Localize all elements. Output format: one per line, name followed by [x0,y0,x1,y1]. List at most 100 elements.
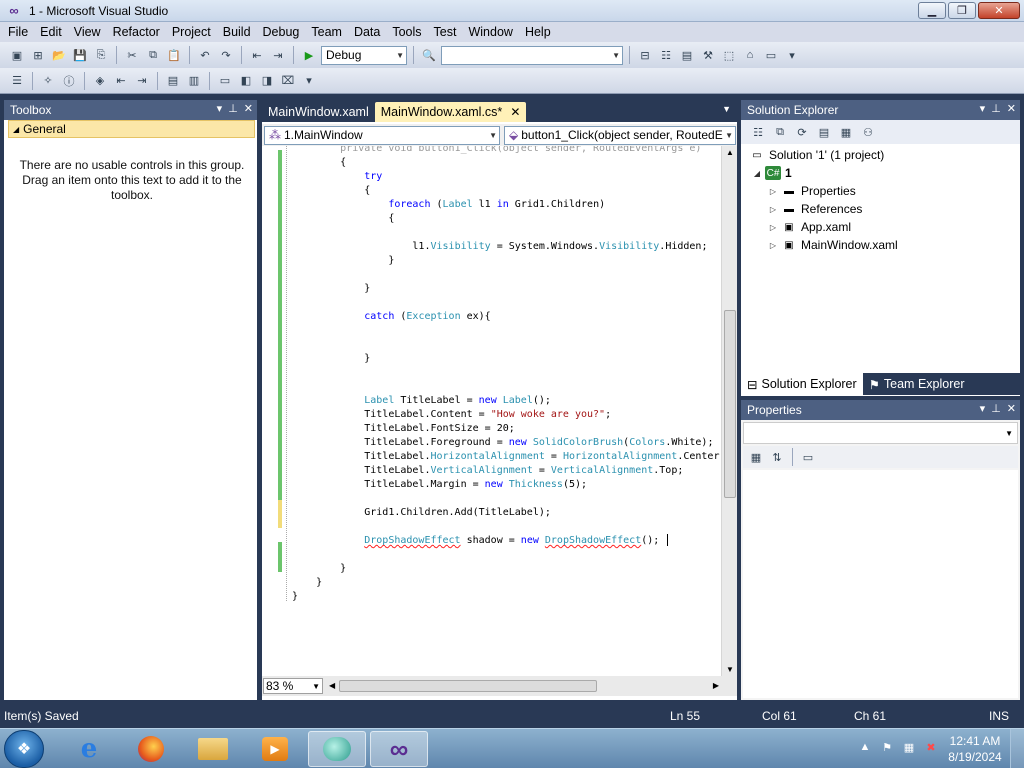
toggle-bookmark-icon[interactable]: ▭ [216,72,234,90]
code-text[interactable]: private void button1_Click(object sender… [292,146,721,604]
scroll-right-icon[interactable]: ▶ [713,681,719,690]
minimize-button[interactable]: ▁ [918,2,946,19]
scroll-up-icon[interactable]: ▲ [726,148,734,157]
taskbar-media-player[interactable]: ▶ [246,731,304,767]
tree-item-references[interactable]: ▷ ▬ References [741,200,1020,218]
close-button[interactable]: ✕ [978,2,1020,19]
window-position-icon[interactable]: ▾ [217,102,223,115]
solution-explorer-icon[interactable]: ⊟ [636,46,654,64]
horizontal-scrollbar[interactable]: ◀ ▶ [329,679,719,693]
vertical-scroll-thumb[interactable] [724,310,736,498]
taskbar-file-explorer[interactable] [184,731,242,767]
window-position-icon[interactable]: ▾ [980,102,986,115]
pin-icon[interactable]: ⊥ [991,402,1001,415]
menu-window[interactable]: Window [462,22,518,42]
quick-info-icon[interactable]: ⓘ [60,72,78,90]
show-desktop-button[interactable] [1010,729,1024,768]
types-dropdown[interactable]: ⁂ 1.MainWindow ▼ [264,125,500,145]
tab-team-explorer[interactable]: ⚑ Team Explorer [863,373,971,395]
close-icon[interactable]: ✕ [1007,102,1016,115]
find-combo[interactable]: ▼ [441,45,623,65]
start-button[interactable]: ❖ [4,730,44,768]
active-files-dropdown-icon[interactable]: ▼ [722,104,731,114]
collapsed-icon[interactable]: ▷ [767,187,779,196]
toolbox-group-general[interactable]: ◢ General [8,120,255,138]
navigate-forward-icon[interactable]: ⇥ [269,46,287,64]
menu-debug[interactable]: Debug [257,22,306,42]
maximize-button[interactable]: ❐ [948,2,976,19]
comment-out-icon[interactable]: ▤ [164,72,182,90]
members-dropdown[interactable]: ⬙ button1_Click(object sender, RoutedE ▼ [504,125,736,145]
window-position-icon[interactable]: ▾ [980,402,986,415]
menu-tools[interactable]: Tools [386,22,427,42]
network-icon[interactable]: ▦ [901,741,917,757]
show-hidden-icons-icon[interactable]: ▲ [857,741,873,757]
command-window-icon[interactable]: ▭ [762,46,780,64]
vertical-scrollbar[interactable]: ▲ ▼ [721,146,737,676]
menu-team[interactable]: Team [305,22,348,42]
menu-test[interactable]: Test [428,22,463,42]
properties-icon[interactable]: ☷ [749,123,767,141]
paste-icon[interactable]: 📋 [165,46,183,64]
previous-bookmark-icon[interactable]: ◧ [237,72,255,90]
copy-icon[interactable]: ⧉ [144,46,162,64]
view-designer-icon[interactable]: ▦ [837,123,855,141]
new-project-icon[interactable]: ▣ [8,46,26,64]
menu-file[interactable]: File [2,22,34,42]
save-icon[interactable]: 💾 [71,46,89,64]
tree-item-app-xaml[interactable]: ▷ ▣ App.xaml [741,218,1020,236]
toolbar-options-icon[interactable]: ▾ [300,72,318,90]
menu-project[interactable]: Project [166,22,217,42]
object-browser-icon[interactable]: ▤ [678,46,696,64]
menu-data[interactable]: Data [348,22,386,42]
class-diagram-icon[interactable]: ⚇ [859,123,877,141]
start-page-icon[interactable]: ⌂ [741,46,759,64]
close-icon[interactable]: ✕ [1007,402,1016,415]
show-all-files-icon[interactable]: ⧉ [771,123,789,141]
decrease-indent-icon[interactable]: ⇤ [112,72,130,90]
zoom-select[interactable]: 83 % ▼ [263,678,323,694]
property-pages-icon[interactable]: ▭ [799,448,817,466]
taskbar-firefox[interactable] [122,731,180,767]
redo-icon[interactable]: ↷ [217,46,235,64]
open-file-icon[interactable]: 📂 [50,46,68,64]
increase-indent-icon[interactable]: ⇥ [133,72,151,90]
collapsed-icon[interactable]: ▷ [767,241,779,250]
collapsed-icon[interactable]: ▷ [767,205,779,214]
next-bookmark-icon[interactable]: ◨ [258,72,276,90]
action-center-flag-icon[interactable]: ⚑ [879,741,895,757]
close-tab-icon[interactable]: ✕ [510,105,520,119]
pin-icon[interactable]: ⊥ [228,102,238,115]
undo-icon[interactable]: ↶ [196,46,214,64]
menu-help[interactable]: Help [519,22,557,42]
refresh-icon[interactable]: ⟳ [793,123,811,141]
clear-bookmarks-icon[interactable]: ⌧ [279,72,297,90]
solution-configuration-select[interactable]: Debug ▼ [321,45,407,65]
menu-view[interactable]: View [68,22,107,42]
horizontal-scroll-thumb[interactable] [339,680,597,692]
toolbar-options-icon[interactable]: ▾ [783,46,801,64]
collapsed-icon[interactable]: ▷ [767,223,779,232]
tab-solution-explorer[interactable]: ⊟ Solution Explorer [741,373,863,395]
view-code-icon[interactable]: ▤ [815,123,833,141]
word-completion-icon[interactable]: ◈ [91,72,109,90]
menu-edit[interactable]: Edit [34,22,68,42]
clock[interactable]: 12:41 AM 8/19/2024 [942,733,1008,765]
taskbar-visual-studio[interactable]: ∞ [370,731,428,767]
display-object-member-list-icon[interactable]: ☰ [8,72,26,90]
tree-project[interactable]: ◢ C# 1 [741,164,1020,182]
menu-build[interactable]: Build [217,22,257,42]
expanded-icon[interactable]: ◢ [751,169,763,178]
uncomment-icon[interactable]: ▥ [185,72,203,90]
save-all-icon[interactable]: ⎘ [92,46,110,64]
code-area[interactable]: private void button1_Click(object sender… [262,146,721,676]
find-in-files-icon[interactable]: 🔍 [420,46,438,64]
volume-muted-icon[interactable]: ✖ [923,741,939,757]
toolbox-icon[interactable]: ⚒ [699,46,717,64]
categorized-icon[interactable]: ▦ [747,448,765,466]
parameter-info-icon[interactable]: ✧ [39,72,57,90]
scroll-left-icon[interactable]: ◀ [329,681,335,690]
properties-window-icon[interactable]: ☷ [657,46,675,64]
start-debugging-icon[interactable]: ▶ [300,46,318,64]
tree-item-mainwindow-xaml[interactable]: ▷ ▣ MainWindow.xaml [741,236,1020,254]
